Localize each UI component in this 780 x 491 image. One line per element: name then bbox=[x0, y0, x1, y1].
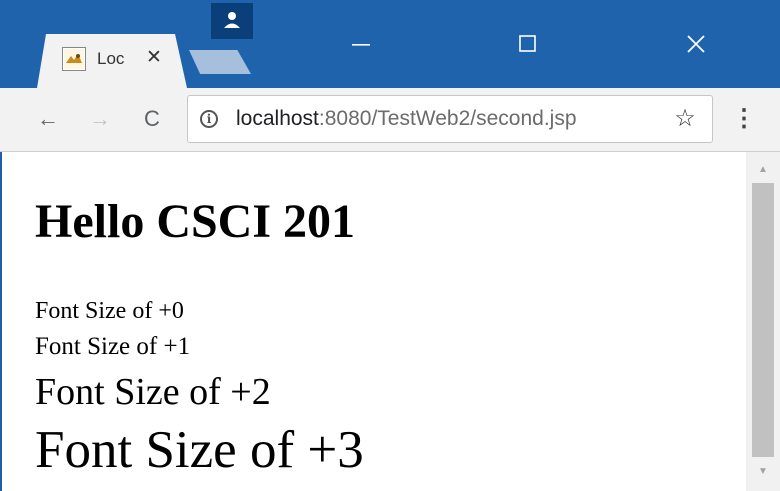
minimize-icon bbox=[352, 44, 370, 46]
menu-icon[interactable]: ⋮ bbox=[732, 102, 756, 136]
profile-button[interactable] bbox=[211, 3, 253, 39]
font-size-line-1: Font Size of +1 bbox=[35, 333, 191, 360]
window-border bbox=[0, 152, 18, 491]
info-icon[interactable]: i bbox=[200, 110, 218, 128]
maximize-button[interactable] bbox=[498, 24, 558, 64]
url-host: localhost bbox=[236, 107, 319, 130]
bookmark-star-icon[interactable]: ☆ bbox=[670, 104, 700, 133]
tab-close-button[interactable]: ✕ bbox=[144, 48, 164, 68]
back-button[interactable]: ← bbox=[33, 104, 63, 134]
scrollbar-thumb[interactable] bbox=[752, 183, 774, 457]
tab-title: Loc bbox=[97, 49, 125, 68]
person-icon bbox=[224, 12, 240, 28]
page-heading: Hello CSCI 201 bbox=[35, 195, 356, 248]
forward-button[interactable]: → bbox=[85, 104, 115, 134]
url-path: :8080/TestWeb2/second.jsp bbox=[318, 107, 577, 130]
close-button[interactable] bbox=[666, 24, 726, 64]
scroll-down-arrow-icon[interactable]: ▼ bbox=[746, 462, 780, 482]
url-text[interactable]: localhost:8080/TestWeb2/second.jsp bbox=[236, 107, 577, 131]
minimize-button[interactable] bbox=[331, 24, 391, 64]
font-size-line-0: Font Size of +0 bbox=[35, 298, 184, 324]
close-icon bbox=[687, 35, 705, 53]
reload-button[interactable]: C bbox=[137, 104, 167, 134]
maximize-icon bbox=[519, 35, 536, 52]
scroll-up-arrow-icon[interactable]: ▲ bbox=[746, 160, 780, 180]
font-size-line-2: Font Size of +2 bbox=[35, 371, 271, 413]
browser-window: Loc ✕ ← → C i localhost:8080/TestWeb2/se… bbox=[0, 0, 780, 491]
tomcat-icon bbox=[62, 47, 86, 71]
font-size-line-3: Font Size of +3 bbox=[35, 421, 364, 479]
